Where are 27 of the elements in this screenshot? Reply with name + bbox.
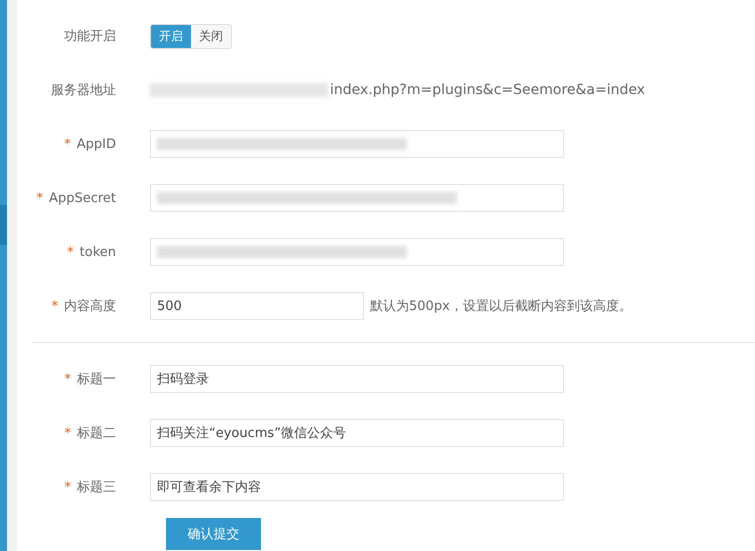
- required-mark: *: [64, 136, 71, 152]
- label-text: 内容高度: [64, 299, 116, 314]
- field-label: 功能开启: [63, 28, 117, 45]
- label-text: token: [80, 244, 116, 260]
- required-mark: *: [64, 372, 71, 387]
- label-text: AppID: [76, 136, 116, 152]
- input-field[interactable]: 扫码登录: [150, 365, 564, 393]
- input-field[interactable]: 500: [150, 292, 364, 320]
- field-label: 服务器地址: [50, 82, 117, 99]
- required-mark: *: [36, 190, 44, 206]
- label-text: AppSecret: [49, 190, 116, 206]
- required-mark: *: [64, 426, 71, 441]
- input-field[interactable]: 即可查看余下内容: [150, 473, 564, 501]
- input-field[interactable]: 扫码关注“eyoucms”微信公众号: [150, 419, 564, 447]
- field-hint: 默认为500px，设置以后截断内容到该高度。: [370, 298, 632, 315]
- required-mark: *: [52, 299, 58, 314]
- required-mark: *: [67, 244, 74, 260]
- server-address: index.php?m=plugins&c=Seemore&a=index: [330, 82, 646, 98]
- toggle-option[interactable]: 关闭: [191, 24, 231, 48]
- active-marker: [0, 205, 7, 245]
- label-text: 标题二: [77, 426, 116, 441]
- label-text: 标题三: [77, 480, 116, 495]
- input-field[interactable]: [150, 130, 564, 158]
- required-mark: *: [64, 480, 71, 495]
- input-field[interactable]: [150, 184, 564, 212]
- label-text: 标题一: [77, 372, 116, 387]
- input-field[interactable]: [150, 238, 564, 266]
